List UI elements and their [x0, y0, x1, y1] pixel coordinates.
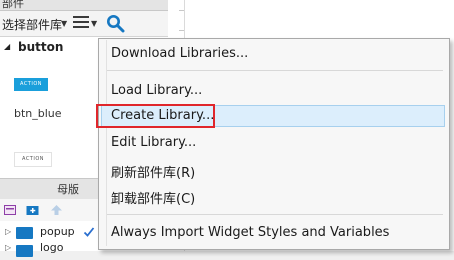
folder-icon — [16, 227, 33, 239]
chevron-down-icon: ▼ — [91, 19, 98, 28]
add-folder-icon[interactable] — [26, 204, 39, 216]
move-up-icon[interactable] — [50, 204, 63, 216]
menu-item-label: Edit Library... — [111, 135, 197, 150]
menu-item-label: Load Library... — [111, 83, 203, 98]
folder-icon — [16, 245, 33, 257]
library-menu-button[interactable]: ▼ — [73, 15, 99, 32]
menu-separator — [107, 214, 443, 215]
menu-item-download-libraries[interactable]: Download Libraries... — [101, 43, 445, 65]
widget-action-button-white[interactable]: ACTION — [14, 152, 52, 167]
menu-item-edit-library[interactable]: Edit Library... — [101, 132, 445, 154]
ruler-tick — [179, 10, 184, 11]
menu-item-load-library[interactable]: Load Library... — [101, 80, 445, 102]
panel-title: 部件 — [2, 0, 24, 10]
expand-arrow-icon[interactable]: ▷ — [5, 227, 11, 236]
widget-label: btn_blue — [14, 107, 62, 120]
annotation-highlight-box — [96, 104, 215, 128]
menu-item-unload-library[interactable]: 卸载部件库(C) — [101, 185, 445, 207]
tree-item-label: logo — [40, 241, 64, 254]
menu-item-refresh-library[interactable]: 刷新部件库(R) — [101, 159, 445, 181]
library-select[interactable]: 选择部件库 — [2, 16, 62, 33]
collapse-triangle-icon[interactable]: ◢ — [4, 42, 10, 51]
hamburger-icon — [73, 16, 89, 29]
menu-separator — [107, 70, 443, 71]
checkmark-icon — [83, 227, 95, 237]
ruler-tick — [179, 30, 184, 31]
menu-item-always-import-styles[interactable]: Always Import Widget Styles and Variable… — [101, 222, 445, 244]
menu-item-label: Download Libraries... — [111, 46, 249, 61]
menu-item-label: 刷新部件库(R) — [111, 166, 196, 181]
library-name: button — [18, 40, 64, 54]
master-panel-title: 母版 — [57, 183, 79, 196]
add-master-icon[interactable] — [4, 204, 17, 216]
chevron-down-icon[interactable]: ▼ — [61, 19, 67, 28]
widget-action-button[interactable]: ACTION — [14, 78, 48, 91]
library-toolbar: 选择部件库 ▼ ▼ — [0, 11, 168, 37]
menu-item-label: Always Import Widget Styles and Variable… — [111, 225, 390, 240]
tree-item-label: popup — [40, 225, 75, 238]
menu-item-label: 卸载部件库(C) — [111, 192, 196, 207]
panel-header: 部件 — [0, 0, 168, 11]
search-icon[interactable] — [106, 14, 125, 33]
